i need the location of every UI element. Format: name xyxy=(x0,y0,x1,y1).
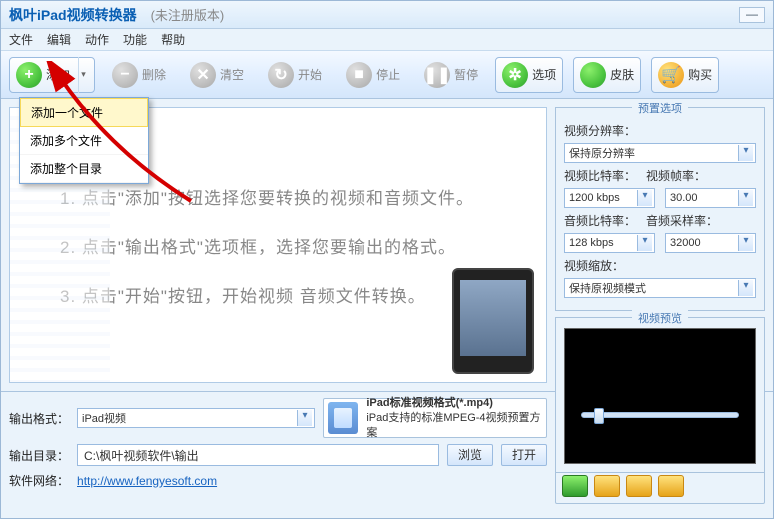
options-button[interactable]: ✲ 选项 xyxy=(495,57,563,93)
resolution-select[interactable]: 保持原分辨率 xyxy=(564,143,756,163)
menu-action[interactable]: 动作 xyxy=(85,31,109,48)
video-scale-label: 视频缩放： xyxy=(564,257,624,274)
output-dir-label: 输出目录： xyxy=(9,447,69,464)
options-label: 选项 xyxy=(532,66,556,83)
x-icon: ✕ xyxy=(190,62,216,88)
audio-bitrate-select[interactable]: 128 kbps xyxy=(564,233,655,253)
buy-button[interactable]: 🛒 购买 xyxy=(651,57,719,93)
video-bitrate-select[interactable]: 1200 kbps xyxy=(564,188,655,208)
resolution-label: 视频分辨率： xyxy=(564,122,636,139)
add-label: 添加 xyxy=(46,66,70,83)
cart-icon: 🛒 xyxy=(658,62,684,88)
video-preview-group: 视频预览 xyxy=(555,317,765,473)
preview-viewport xyxy=(564,328,756,464)
minimize-button[interactable]: — xyxy=(739,7,765,23)
video-fps-select[interactable]: 30.00 xyxy=(665,188,756,208)
audio-bitrate-label: 音频比特率： xyxy=(564,212,636,229)
hint-text-1: 1. 点击"添加"按钮选择您要转换的视频和音频文件。 xyxy=(60,184,516,209)
output-format-select[interactable]: iPad视频 xyxy=(77,408,315,428)
menu-add-directory[interactable]: 添加整个目录 xyxy=(20,155,148,183)
pause-label: 暂停 xyxy=(454,66,478,83)
menu-add-one-file[interactable]: 添加一个文件 xyxy=(20,98,148,127)
preview-legend: 视频预览 xyxy=(632,310,688,326)
hint-text-2: 2. 点击"输出格式"选项框，选择您要输出的格式。 xyxy=(60,233,516,258)
output-format-label: 输出格式： xyxy=(9,410,69,427)
play-button[interactable] xyxy=(562,475,588,497)
buy-label: 购买 xyxy=(688,66,712,83)
format-icon xyxy=(328,402,358,434)
start-label: 开始 xyxy=(298,66,322,83)
playback-button-2[interactable] xyxy=(594,475,620,497)
website-label: 软件网络： xyxy=(9,472,69,489)
format-description: iPad支持的标准MPEG-4视频预置方案 xyxy=(366,411,542,441)
hint-text-3: 3. 点击"开始"按钮，开始视频 音频文件转换。 xyxy=(60,282,516,307)
output-dir-input[interactable]: C:\枫叶视频软件\输出 xyxy=(77,444,439,466)
app-title: 枫叶iPad视频转换器 xyxy=(9,5,137,25)
volume-slider[interactable] xyxy=(581,412,739,418)
add-dropdown-menu: 添加一个文件 添加多个文件 添加整个目录 xyxy=(19,97,149,184)
pause-icon: ❚❚ xyxy=(424,62,450,88)
start-button[interactable]: ↻ 开始 xyxy=(261,57,329,93)
clear-label: 清空 xyxy=(220,66,244,83)
video-scale-select[interactable]: 保持原视频模式 xyxy=(564,278,756,298)
preset-legend: 预置选项 xyxy=(632,100,688,116)
video-fps-label: 视频帧率： xyxy=(646,167,706,184)
rotate-icon: ↻ xyxy=(268,62,294,88)
menu-function[interactable]: 功能 xyxy=(123,31,147,48)
audio-samplerate-select[interactable]: 32000 xyxy=(665,233,756,253)
preset-options-group: 预置选项 视频分辨率： 保持原分辨率 视频比特率： 视频帧率： 1200 kbp… xyxy=(555,107,765,311)
gear-icon: ✲ xyxy=(502,62,528,88)
menu-add-many-files[interactable]: 添加多个文件 xyxy=(20,127,148,155)
delete-button[interactable]: − 删除 xyxy=(105,57,173,93)
titlebar: 枫叶iPad视频转换器 (未注册版本) — xyxy=(1,1,773,29)
app-subtitle: (未注册版本) xyxy=(151,5,225,24)
plus-icon: + xyxy=(16,62,42,88)
toolbar: + 添加 ▾ − 删除 ✕ 清空 ↻ 开始 ■ 停止 ❚❚ 暂停 ✲ 选项 皮肤… xyxy=(1,51,773,99)
audio-samplerate-label: 音频采样率： xyxy=(646,212,718,229)
skin-label: 皮肤 xyxy=(610,66,634,83)
minus-icon: − xyxy=(112,62,138,88)
playback-button-3[interactable] xyxy=(626,475,652,497)
format-description-box[interactable]: iPad标准视频格式(*.mp4) iPad支持的标准MPEG-4视频预置方案 xyxy=(323,398,547,438)
open-button[interactable]: 打开 xyxy=(501,444,547,466)
playback-button-4[interactable] xyxy=(658,475,684,497)
add-button[interactable]: + 添加 ▾ xyxy=(9,57,95,93)
stop-button[interactable]: ■ 停止 xyxy=(339,57,407,93)
website-link[interactable]: http://www.fengyesoft.com xyxy=(77,474,217,488)
delete-label: 删除 xyxy=(142,66,166,83)
video-bitrate-label: 视频比特率： xyxy=(564,167,636,184)
volume-thumb[interactable] xyxy=(594,408,604,424)
menubar: 文件 编辑 动作 功能 帮助 xyxy=(1,29,773,51)
menu-edit[interactable]: 编辑 xyxy=(47,31,71,48)
browse-button[interactable]: 浏览 xyxy=(447,444,493,466)
skin-button[interactable]: 皮肤 xyxy=(573,57,641,93)
add-dropdown-arrow[interactable]: ▾ xyxy=(78,57,88,93)
format-title: iPad标准视频格式(*.mp4) xyxy=(366,396,542,411)
stop-label: 停止 xyxy=(376,66,400,83)
menu-help[interactable]: 帮助 xyxy=(161,31,185,48)
ipad-thumbnail xyxy=(452,268,534,374)
pause-button[interactable]: ❚❚ 暂停 xyxy=(417,57,485,93)
stop-icon: ■ xyxy=(346,62,372,88)
apple-icon xyxy=(580,62,606,88)
menu-file[interactable]: 文件 xyxy=(9,31,33,48)
clear-button[interactable]: ✕ 清空 xyxy=(183,57,251,93)
